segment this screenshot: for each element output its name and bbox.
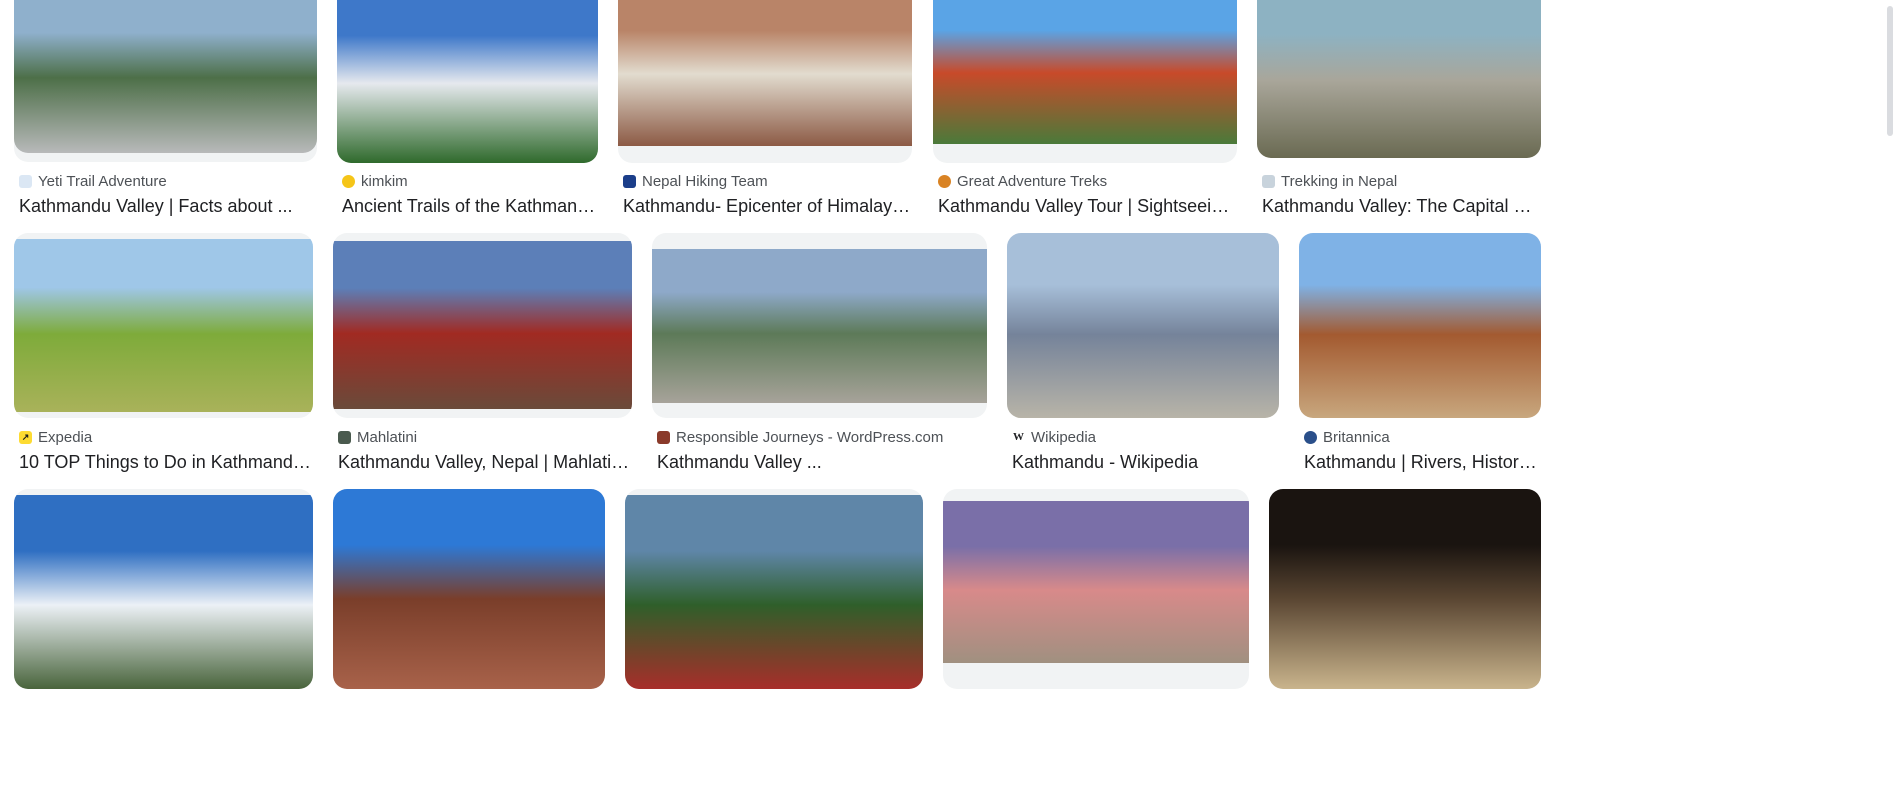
thumbnail-image <box>1257 0 1541 158</box>
result-title[interactable]: Kathmandu Valley | Facts about ... <box>19 196 317 217</box>
mahlatini-favicon-icon <box>338 430 351 444</box>
result-thumbnail[interactable] <box>1299 233 1541 418</box>
result-source[interactable]: Yeti Trail Adventure <box>38 173 167 190</box>
result-thumbnail[interactable] <box>1257 0 1541 158</box>
result-card-12[interactable] <box>333 489 605 807</box>
result-thumbnail[interactable] <box>1269 489 1541 689</box>
result-card-7[interactable]: Mahlatini Kathmandu Valley, Nepal | Mahl… <box>333 233 632 473</box>
thumbnail-image <box>14 0 317 153</box>
nepal-hiking-favicon-icon <box>623 174 636 188</box>
result-card-1[interactable]: Yeti Trail Adventure Kathmandu Valley | … <box>14 0 317 217</box>
result-title[interactable]: Kathmandu- Epicenter of Himalayan ... <box>623 196 912 217</box>
result-thumbnail[interactable] <box>337 0 598 163</box>
result-title[interactable]: Kathmandu - Wikipedia <box>1012 452 1279 473</box>
result-source[interactable]: Great Adventure Treks <box>957 173 1107 190</box>
result-source[interactable]: Trekking in Nepal <box>1281 173 1397 190</box>
result-title[interactable]: Ancient Trails of the Kathmandu Val... <box>342 196 598 217</box>
result-thumbnail[interactable] <box>333 489 605 689</box>
thumbnail-image <box>1299 233 1541 418</box>
thumbnail-image <box>933 0 1237 144</box>
result-thumbnail[interactable] <box>1007 233 1279 418</box>
thumbnail-image <box>337 0 598 163</box>
result-card-2[interactable]: kimkim Ancient Trails of the Kathmandu V… <box>337 0 598 217</box>
thumbnail-image <box>333 241 632 409</box>
thumbnail-image <box>333 489 605 689</box>
result-source[interactable]: Nepal Hiking Team <box>642 173 768 190</box>
mountain-favicon-icon <box>19 174 32 188</box>
result-card-8[interactable]: Responsible Journeys - WordPress.com Kat… <box>652 233 987 473</box>
result-source[interactable]: Responsible Journeys - WordPress.com <box>676 429 943 446</box>
result-title[interactable]: Kathmandu Valley Tour | Sightseeing ... <box>938 196 1237 217</box>
result-title[interactable]: Kathmandu Valley ... <box>657 452 987 473</box>
result-thumbnail[interactable] <box>933 0 1237 163</box>
result-source[interactable]: Mahlatini <box>357 429 417 446</box>
great-adventure-favicon-icon <box>938 174 951 188</box>
thumbnail-image <box>14 239 313 412</box>
thumbnail-image <box>652 249 987 403</box>
result-title[interactable]: Kathmandu | Rivers, History, Po... <box>1304 452 1541 473</box>
result-thumbnail[interactable] <box>625 489 923 689</box>
page-scrollbar[interactable] <box>1882 0 1896 807</box>
scrollbar-thumb[interactable] <box>1887 6 1893 136</box>
result-card-11[interactable] <box>14 489 313 807</box>
result-card-15[interactable] <box>1269 489 1541 807</box>
thumbnail-image <box>943 501 1249 663</box>
thumbnail-image <box>14 495 313 689</box>
result-source[interactable]: Wikipedia <box>1031 429 1096 446</box>
result-thumbnail[interactable] <box>14 0 317 162</box>
responsible-journeys-favicon-icon <box>657 430 670 444</box>
result-source[interactable]: kimkim <box>361 173 408 190</box>
result-thumbnail[interactable] <box>618 0 912 163</box>
result-thumbnail[interactable] <box>333 233 632 418</box>
result-source[interactable]: Expedia <box>38 429 92 446</box>
thumbnail-image <box>1007 233 1279 418</box>
result-card-6[interactable]: ↗ Expedia 10 TOP Things to Do in Kathmand… <box>14 233 313 473</box>
result-card-4[interactable]: Great Adventure Treks Kathmandu Valley T… <box>933 0 1237 217</box>
wikipedia-favicon-icon: W <box>1012 430 1025 444</box>
result-card-10[interactable]: Britannica Kathmandu | Rivers, History, … <box>1299 233 1541 473</box>
expedia-favicon-icon: ↗ <box>19 430 32 444</box>
result-title[interactable]: Kathmandu Valley, Nepal | Mahlatini ... <box>338 452 632 473</box>
result-card-14[interactable] <box>943 489 1249 807</box>
result-title[interactable]: 10 TOP Things to Do in Kathmandu Valle..… <box>19 452 313 473</box>
result-card-3[interactable]: Nepal Hiking Team Kathmandu- Epicenter o… <box>618 0 912 217</box>
thumbnail-image <box>1269 489 1541 689</box>
result-thumbnail[interactable] <box>652 233 987 418</box>
result-card-9[interactable]: W Wikipedia Kathmandu - Wikipedia <box>1007 233 1279 473</box>
result-title[interactable]: Kathmandu Valley: The Capital as well ..… <box>1262 196 1541 217</box>
trekking-favicon-icon <box>1262 174 1275 188</box>
thumbnail-image <box>625 495 923 689</box>
result-thumbnail[interactable] <box>14 489 313 689</box>
result-source[interactable]: Britannica <box>1323 429 1390 446</box>
result-card-13[interactable] <box>625 489 923 807</box>
thumbnail-image <box>618 0 912 146</box>
kimkim-favicon-icon <box>342 174 355 188</box>
result-card-5[interactable]: Trekking in Nepal Kathmandu Valley: The … <box>1257 0 1541 217</box>
result-thumbnail[interactable] <box>14 233 313 418</box>
result-thumbnail[interactable] <box>943 489 1249 689</box>
britannica-favicon-icon <box>1304 430 1317 444</box>
